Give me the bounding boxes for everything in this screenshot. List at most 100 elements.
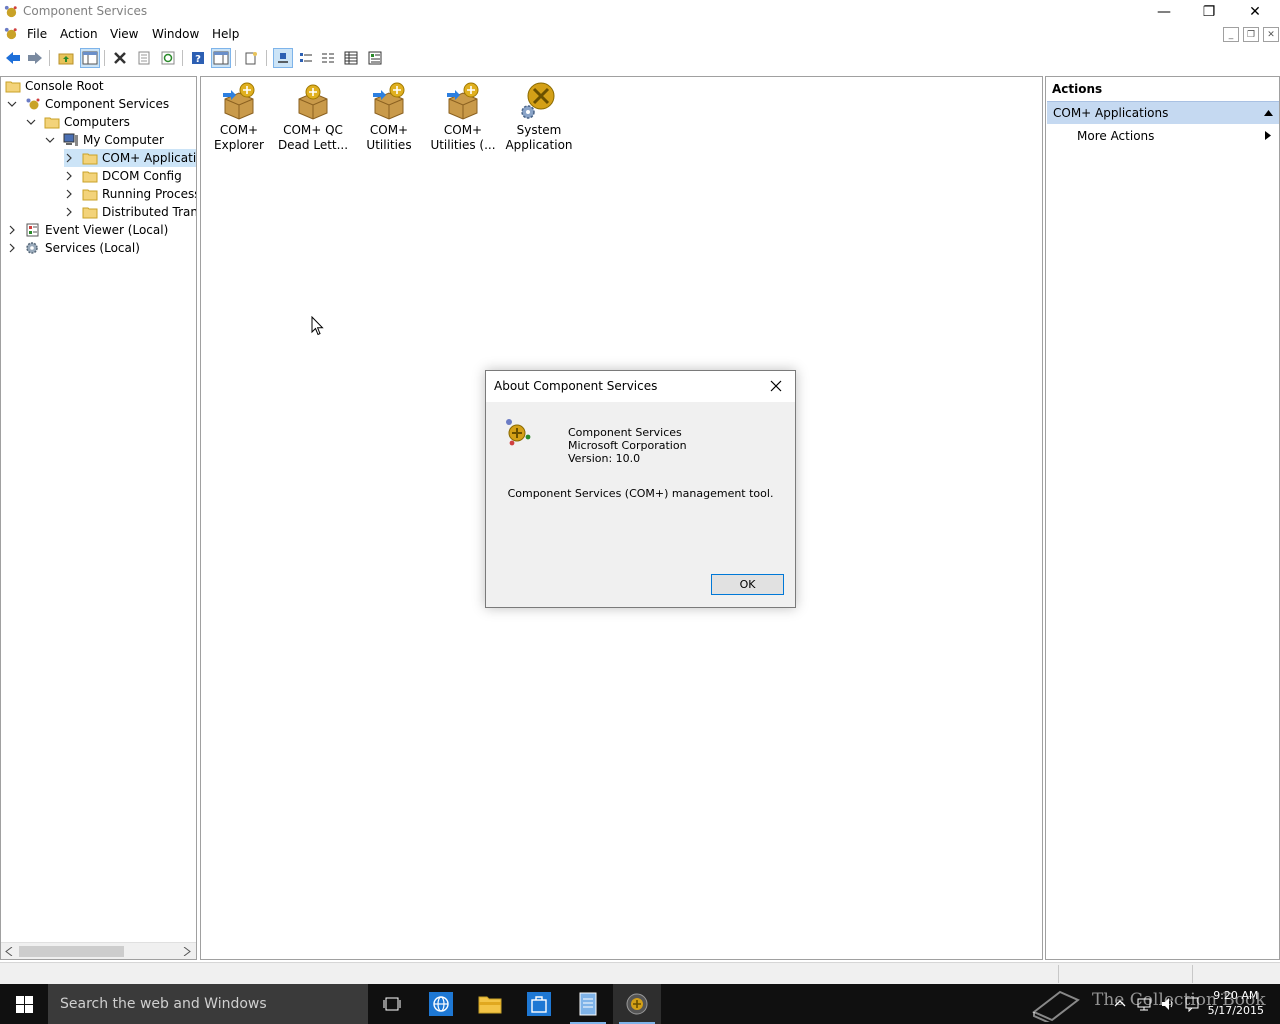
view-detail-button[interactable] — [341, 48, 361, 68]
scrollbar-thumb[interactable] — [19, 946, 124, 957]
show-hidden-icons-chevron-icon[interactable] — [1112, 996, 1128, 1012]
system-application-item[interactable]: System Application — [501, 81, 577, 153]
volume-icon[interactable] — [1160, 996, 1176, 1012]
console-tree: Console Root Component Services Computer… — [0, 76, 197, 960]
properties-button[interactable] — [134, 48, 154, 68]
scroll-left-icon[interactable] — [5, 947, 13, 956]
restore-button[interactable]: ❐ — [1186, 0, 1232, 23]
show-hide-action-pane-button[interactable] — [211, 48, 231, 68]
dialog-info: Component Services Microsoft Corporation… — [568, 426, 687, 465]
taskbar-search-box[interactable]: Search the web and Windows — [48, 984, 368, 1024]
taskbar-browser[interactable] — [417, 984, 465, 1024]
view-list-button[interactable] — [318, 48, 338, 68]
taskbar-notepad-app[interactable] — [564, 984, 612, 1024]
actions-section-header[interactable]: COM+ Applications — [1047, 101, 1279, 124]
restore-icon: ❐ — [1246, 29, 1256, 40]
tree-item-label: My Computer — [83, 133, 164, 147]
folder-icon — [44, 117, 60, 129]
com-qc-dead-letter-item[interactable]: COM+ QC Dead Lett... — [275, 81, 351, 153]
chevron-down-icon[interactable] — [7, 99, 17, 109]
action-center-icon[interactable] — [1184, 996, 1200, 1012]
help-button[interactable]: ? — [188, 48, 208, 68]
task-view-button[interactable] — [368, 984, 416, 1024]
chevron-right-icon[interactable] — [64, 189, 74, 199]
chevron-right-icon[interactable] — [7, 225, 17, 235]
start-button[interactable] — [0, 984, 48, 1024]
tree-item-console-root[interactable]: Console Root — [5, 77, 104, 95]
back-button[interactable] — [3, 48, 23, 68]
system-menu-icon[interactable] — [3, 26, 18, 41]
delete-x-icon — [114, 52, 126, 64]
folder-icon — [478, 996, 502, 1014]
icon-label-line1: COM+ — [369, 123, 409, 137]
up-one-level-button[interactable] — [56, 48, 76, 68]
tree-item-distributed-transaction-coordinator[interactable]: Distributed Transaction Coordinator — [64, 203, 196, 221]
tree-item-event-viewer[interactable]: Event Viewer (Local) — [7, 221, 168, 239]
show-hide-console-tree-button[interactable] — [80, 48, 100, 68]
new-item-icon — [245, 52, 257, 65]
menu-help[interactable]: Help — [212, 27, 239, 41]
chevron-down-icon[interactable] — [45, 135, 55, 145]
back-arrow-icon — [6, 52, 20, 64]
tree-item-label: Console Root — [25, 79, 104, 93]
icon-label-line1: COM+ — [443, 123, 483, 137]
more-actions-link[interactable]: More Actions — [1077, 129, 1154, 143]
menu-view[interactable]: View — [110, 27, 138, 41]
view-status-button[interactable] — [365, 48, 385, 68]
menu-action[interactable]: Action — [60, 27, 98, 41]
tree-item-label: Services (Local) — [45, 241, 140, 255]
tray-clock[interactable]: 9:20 AM 5/17/2015 — [1208, 988, 1264, 1018]
forward-button[interactable] — [25, 48, 45, 68]
refresh-icon — [161, 51, 175, 65]
about-dialog: About Component Services Component Servi… — [485, 370, 796, 608]
refresh-button[interactable] — [158, 48, 178, 68]
com-utilities-32-item[interactable]: COM+ Utilities (... — [425, 81, 501, 153]
mdi-minimize-button[interactable]: _ — [1223, 27, 1239, 42]
com-utilities-item[interactable]: COM+ Utilities — [351, 81, 427, 153]
view-small-icons-button[interactable] — [296, 48, 316, 68]
chevron-right-icon[interactable] — [64, 153, 74, 163]
tree-horizontal-scrollbar[interactable] — [1, 942, 196, 959]
network-icon[interactable] — [1136, 996, 1152, 1012]
mdi-close-button[interactable]: ✕ — [1263, 27, 1279, 42]
menu-file[interactable]: File — [27, 27, 47, 41]
taskbar-component-services[interactable] — [613, 984, 661, 1024]
chevron-right-icon[interactable] — [64, 207, 74, 217]
tree-item-running-processes[interactable]: Running Processes — [64, 185, 196, 203]
scroll-right-icon[interactable] — [183, 947, 191, 956]
tree-item-services-local[interactable]: Services (Local) — [7, 239, 140, 257]
taskbar-store[interactable] — [515, 984, 563, 1024]
close-icon: ✕ — [1249, 3, 1261, 20]
chevron-right-icon[interactable] — [64, 171, 74, 181]
menu-window[interactable]: Window — [152, 27, 199, 41]
tree-item-dcom-config[interactable]: DCOM Config — [64, 167, 182, 185]
toolbar-separator — [266, 50, 267, 66]
com-package-icon — [373, 82, 405, 120]
tree-item-my-computer[interactable]: My Computer — [45, 131, 164, 149]
minimize-button[interactable]: — — [1141, 0, 1187, 23]
tree-item-com-applications[interactable]: COM+ Applications — [64, 149, 196, 167]
view-large-icons-button[interactable] — [273, 48, 293, 68]
new-taskpad-button[interactable] — [241, 48, 261, 68]
delete-button[interactable] — [110, 48, 130, 68]
tree-item-computers[interactable]: Computers — [26, 113, 130, 131]
toolbar-separator — [235, 50, 236, 66]
icon-label-line1: COM+ QC — [283, 123, 343, 137]
ok-button[interactable]: OK — [711, 574, 784, 595]
dialog-close-button[interactable] — [765, 375, 787, 397]
clock-date: 5/17/2015 — [1207, 1004, 1264, 1017]
taskbar-file-explorer[interactable] — [466, 984, 514, 1024]
tree-item-label: Running Processes — [102, 187, 196, 201]
browser-globe-icon — [429, 992, 453, 1016]
close-button[interactable]: ✕ — [1232, 0, 1278, 23]
dialog-title-bar: About Component Services — [486, 371, 795, 402]
collapse-up-icon[interactable] — [1264, 110, 1273, 116]
mdi-restore-button[interactable]: ❐ — [1243, 27, 1259, 42]
console-tree-icon — [82, 51, 98, 65]
tree-item-component-services[interactable]: Component Services — [7, 95, 169, 113]
chevron-down-icon[interactable] — [26, 117, 36, 127]
submenu-arrow-icon[interactable] — [1265, 131, 1271, 140]
tree-item-label: Event Viewer (Local) — [45, 223, 169, 237]
chevron-right-icon[interactable] — [7, 243, 17, 253]
com-explorer-item[interactable]: COM+ Explorer — [201, 81, 277, 153]
